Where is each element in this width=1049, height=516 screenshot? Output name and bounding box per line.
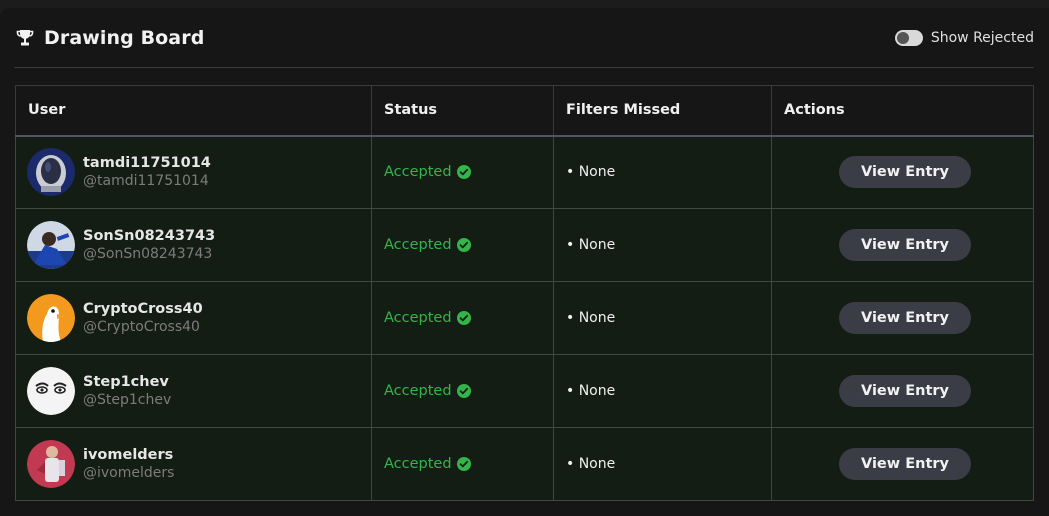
filters-missed-cell: • None [553,427,772,501]
column-header-actions: Actions [771,85,1034,137]
table-row: ivomelders @ivomelders Accepted • None V… [15,427,1034,501]
user-display-name[interactable]: Step1chev [83,373,171,391]
user-cell: SonSn08243743 @SonSn08243743 [15,208,372,282]
user-handle[interactable]: @SonSn08243743 [83,245,215,263]
check-circle-icon [456,384,471,398]
panel-header: Drawing Board Show Rejected [14,8,1034,68]
status-cell: Accepted [371,135,554,209]
toggle-knob [896,31,909,44]
filters-missed-cell: • None [553,208,772,282]
user-display-name[interactable]: ivomelders [83,446,174,464]
column-header-filters-missed: Filters Missed [553,85,772,137]
table-header-row: User Status Filters Missed Actions [15,85,1034,137]
table-row: Step1chev @Step1chev Accepted • None Vie… [15,354,1034,428]
column-header-status: Status [371,85,554,137]
user-handle[interactable]: @CryptoCross40 [83,318,203,336]
status-cell: Accepted [371,354,554,428]
check-circle-icon [456,165,471,180]
status-cell: Accepted [371,208,554,282]
user-display-name[interactable]: SonSn08243743 [83,227,215,245]
cartoon-face-avatar[interactable] [27,367,75,415]
status-badge: Accepted [384,237,471,253]
check-circle-icon [456,311,471,325]
status-badge: Accepted [384,310,471,326]
footballer-avatar[interactable] [27,221,75,269]
status-text: Accepted [384,164,452,181]
title-group: Drawing Board [14,27,204,49]
user-handle[interactable]: @ivomelders [83,464,174,482]
user-cell: tamdi11751014 @tamdi11751014 [15,135,372,209]
status-badge: Accepted [384,456,471,472]
status-badge: Accepted [384,164,471,180]
user-cell: CryptoCross40 @CryptoCross40 [15,281,372,355]
actions-cell: View Entry [771,208,1034,282]
astronaut-helmet-avatar[interactable] [27,148,75,197]
user-display-name[interactable]: CryptoCross40 [83,300,203,318]
table-row: SonSn08243743 @SonSn08243743 Accepted • … [15,208,1034,282]
user-handle[interactable]: @tamdi11751014 [83,172,211,190]
check-circle-icon [456,238,471,252]
check-circle-icon [456,457,471,471]
user-cell: Step1chev @Step1chev [15,354,372,428]
view-entry-button[interactable]: View Entry [839,229,971,261]
view-entry-button[interactable]: View Entry [839,156,971,189]
page-title: Drawing Board [44,26,205,49]
status-text: Accepted [384,310,452,326]
figure-avatar[interactable] [27,440,75,488]
user-display-name[interactable]: tamdi11751014 [83,154,211,172]
filters-missed-cell: • None [553,281,772,355]
status-text: Accepted [384,237,452,253]
actions-cell: View Entry [771,427,1034,501]
view-entry-button[interactable]: View Entry [839,448,971,480]
actions-cell: View Entry [771,281,1034,355]
actions-cell: View Entry [771,135,1034,209]
view-entry-button[interactable]: View Entry [839,375,971,407]
filters-missed-cell: • None [553,135,772,209]
user-cell: ivomelders @ivomelders [15,427,372,501]
show-rejected-label[interactable]: Show Rejected [931,30,1034,46]
status-badge: Accepted [384,383,471,399]
trophy-icon [16,29,34,47]
actions-cell: View Entry [771,354,1034,428]
show-rejected-toggle-group: Show Rejected [894,29,1034,46]
entries-table: User Status Filters Missed Actions tamdi… [15,85,1034,501]
goose-avatar[interactable] [27,294,75,342]
column-header-user: User [15,85,372,137]
drawing-board-panel: Drawing Board Show Rejected User Status … [0,8,1049,516]
status-text: Accepted [384,456,452,472]
table-row: CryptoCross40 @CryptoCross40 Accepted • … [15,281,1034,355]
user-handle[interactable]: @Step1chev [83,391,171,409]
status-cell: Accepted [371,281,554,355]
view-entry-button[interactable]: View Entry [839,302,971,334]
status-text: Accepted [384,383,452,399]
filters-missed-cell: • None [553,354,772,428]
status-cell: Accepted [371,427,554,501]
show-rejected-toggle[interactable] [894,29,923,46]
table-row: tamdi11751014 @tamdi11751014 Accepted • … [15,135,1034,209]
